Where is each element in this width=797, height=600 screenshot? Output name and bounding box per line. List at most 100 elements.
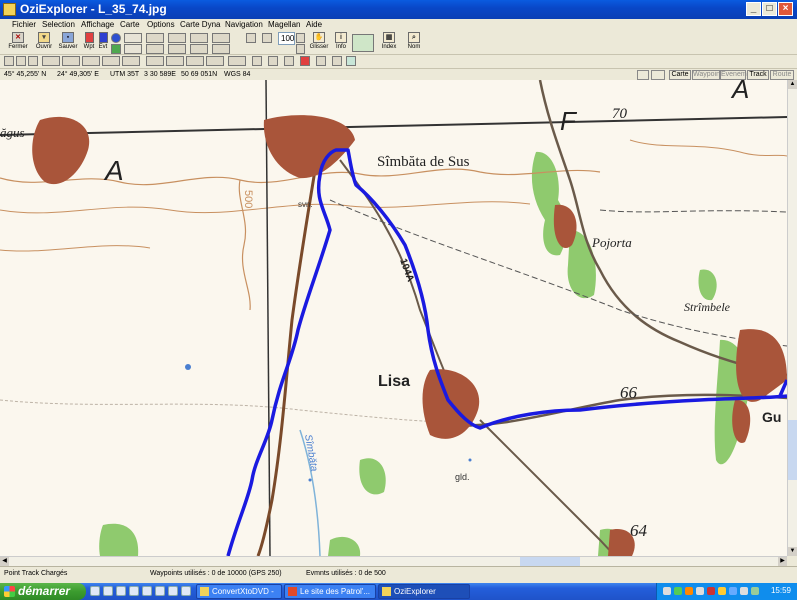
hscroll-thumb[interactable] (520, 557, 580, 566)
show-grid-icon[interactable] (190, 44, 208, 54)
tray-icon-5[interactable] (707, 587, 715, 595)
minimize-button[interactable]: _ (746, 2, 761, 16)
zoom-100-button[interactable] (62, 56, 80, 66)
evt-button[interactable]: Evt (96, 31, 110, 54)
tray-icon-4[interactable] (696, 587, 704, 595)
track-options-icon[interactable] (124, 33, 142, 43)
close-button[interactable]: × (778, 2, 793, 16)
zoom-out-icon[interactable] (262, 33, 272, 43)
horizontal-scrollbar[interactable]: ◀ ▶ (0, 556, 787, 566)
tray-icon-2[interactable] (674, 587, 682, 595)
stop-icon[interactable] (300, 56, 310, 66)
tray-icon-6[interactable] (718, 587, 726, 595)
tool-icon-1[interactable] (4, 56, 14, 66)
village-block (263, 115, 355, 179)
zoom-in-icon[interactable] (246, 33, 256, 43)
tab-evenem[interactable]: Evenem (720, 70, 747, 80)
show-routes-icon[interactable] (168, 44, 186, 54)
scroll-down-icon[interactable]: ▼ (788, 547, 797, 556)
layer-icon[interactable] (651, 70, 665, 80)
quicklaunch-icon-4[interactable] (129, 586, 139, 596)
gps-icon-3[interactable] (186, 56, 204, 66)
tool-icon-3[interactable] (28, 56, 38, 66)
wpt-button[interactable]: Wpt (82, 31, 96, 54)
tab-carte[interactable]: Carte (669, 70, 691, 80)
network-icon[interactable] (751, 587, 759, 595)
quicklaunch-icon-6[interactable] (155, 586, 165, 596)
sauver-button[interactable]: ▪ Sauver (56, 31, 80, 54)
zoom-select[interactable]: 100 (278, 32, 295, 45)
fermer-button[interactable]: ✕ Fermer (6, 31, 30, 54)
menu-carte[interactable]: Carte (120, 19, 140, 31)
show-events-icon[interactable] (168, 33, 186, 43)
menu-navigation[interactable]: Navigation (225, 19, 263, 31)
menu-options[interactable]: Options (147, 19, 175, 31)
find-icon[interactable] (212, 33, 230, 43)
scroll-right-icon[interactable]: ▶ (778, 557, 787, 566)
gps-icon-1[interactable] (146, 56, 164, 66)
volume-icon[interactable] (740, 587, 748, 595)
contour-line (629, 139, 787, 157)
scroll-up-icon[interactable]: ▲ (788, 80, 797, 89)
signal-icon[interactable] (346, 56, 356, 66)
tool-icon-2[interactable] (16, 56, 26, 66)
tab-route[interactable]: Route (770, 70, 794, 80)
tray-icon-1[interactable] (663, 587, 671, 595)
task-oziexplorer[interactable]: OziExplorer (378, 584, 470, 599)
maximize-button[interactable]: □ (762, 2, 777, 16)
quicklaunch-icon-8[interactable] (181, 586, 191, 596)
tab-track[interactable]: Track (747, 70, 769, 80)
zoom-down-icon[interactable] (296, 44, 305, 54)
scroll-thumb[interactable] (788, 420, 797, 480)
title-bar[interactable]: OziExplorer - L_35_74.jpg _ □ × (0, 0, 797, 19)
quicklaunch-icon-5[interactable] (142, 586, 152, 596)
scroll-left-icon[interactable]: ◀ (0, 557, 9, 566)
task-site-patrol[interactable]: Le site des Patrol'... (284, 584, 376, 599)
quicklaunch-icon-3[interactable] (116, 586, 126, 596)
quicklaunch-icon-1[interactable] (90, 586, 100, 596)
gps-icon-4[interactable] (206, 56, 224, 66)
zoom-200-button[interactable] (42, 56, 60, 66)
map-icon-b[interactable] (332, 56, 342, 66)
quicklaunch-icon-7[interactable] (168, 586, 178, 596)
nom-button[interactable]: ⌕ Nom (404, 31, 424, 54)
track-icon[interactable] (111, 33, 121, 43)
move-arrows-icon[interactable] (352, 34, 374, 52)
zoom-50-button[interactable] (82, 56, 100, 66)
show-waypoints-icon[interactable] (146, 44, 164, 54)
zoom-full-button[interactable] (102, 56, 120, 66)
topographic-map[interactable]: ăgus A F 70 A Sîmbăta de Sus Pojorta Str… (0, 80, 787, 556)
menu-affichage[interactable]: Affichage (81, 19, 114, 31)
menu-fichier[interactable]: Fichier (12, 19, 36, 31)
menu-carte-dyna[interactable]: Carte Dyna (180, 19, 220, 31)
menu-selection[interactable]: Selection (42, 19, 75, 31)
start-button[interactable]: démarrer (0, 583, 86, 600)
tray-icon-3[interactable] (685, 587, 693, 595)
map-list-icon[interactable] (212, 44, 230, 54)
route-icon[interactable] (111, 44, 121, 54)
task-convertxtodvd[interactable]: ConvertXtoDVD - (196, 584, 282, 599)
tab-waypoint[interactable]: Waypoint (692, 70, 722, 80)
glisser-button[interactable]: ✋ Glisser (308, 31, 330, 54)
save-view-icon[interactable] (637, 70, 649, 80)
map-icon-a[interactable] (316, 56, 326, 66)
quicklaunch-icon-2[interactable] (103, 586, 113, 596)
compass-icon[interactable] (284, 56, 294, 66)
info-button[interactable]: i Info (332, 31, 350, 54)
zoom-up-icon[interactable] (296, 33, 305, 43)
tray-icon-7[interactable] (729, 587, 737, 595)
gps-icon-2[interactable] (166, 56, 184, 66)
ouvrir-button[interactable]: ▾ Ouvrir (32, 31, 56, 54)
moving-map-icon[interactable] (228, 56, 246, 66)
vertical-scrollbar[interactable]: ▲ ▼ (787, 80, 797, 556)
show-tracks-icon[interactable] (146, 33, 164, 43)
menu-magellan[interactable]: Magellan (268, 19, 300, 31)
zoom-full-2-button[interactable] (122, 56, 140, 66)
map-view[interactable]: ăgus A F 70 A Sîmbăta de Sus Pojorta Str… (0, 80, 787, 556)
show-names-icon[interactable] (190, 33, 208, 43)
menu-aide[interactable]: Aide (306, 19, 322, 31)
index-button[interactable]: ▦ Index (378, 31, 400, 54)
plus-minus-icon[interactable] (124, 44, 142, 54)
anchor-icon[interactable] (268, 56, 278, 66)
target-icon[interactable] (252, 56, 262, 66)
